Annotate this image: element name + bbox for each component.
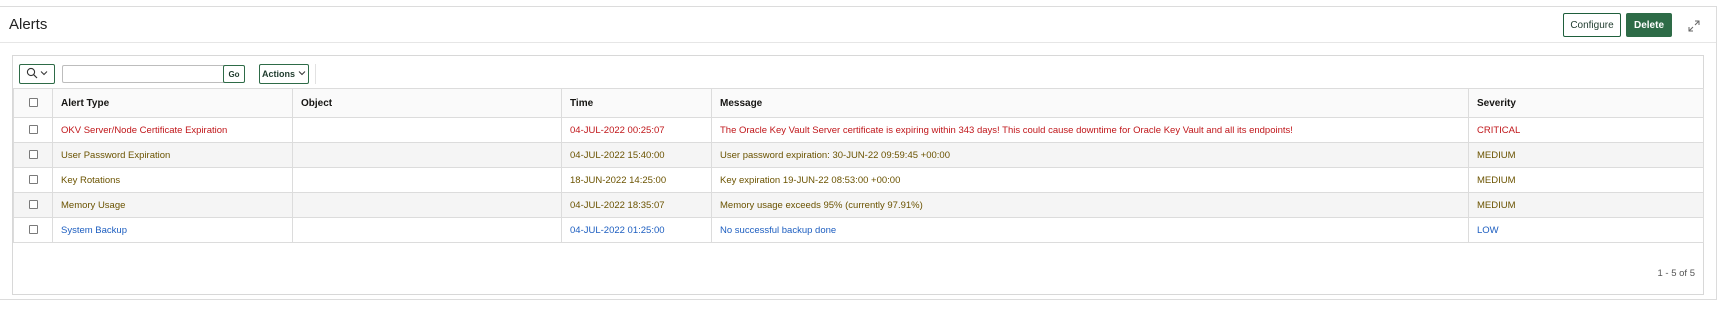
column-header-message[interactable]: Message: [711, 88, 1469, 118]
table-row[interactable]: User Password Expiration 04-JUL-2022 15:…: [13, 142, 1704, 168]
configure-button[interactable]: Configure: [1563, 13, 1621, 37]
message-cell[interactable]: The Oracle Key Vault Server certificate …: [711, 117, 1469, 143]
row-select-cell: [13, 167, 53, 193]
object-cell[interactable]: [292, 142, 562, 168]
time-cell[interactable]: 04-JUL-2022 15:40:00: [561, 142, 712, 168]
delete-button[interactable]: Delete: [1626, 13, 1672, 37]
table-header-row: Alert Type Object Time Message Severity: [13, 88, 1704, 118]
row-select-cell: [13, 217, 53, 243]
column-header-time[interactable]: Time: [561, 88, 712, 118]
time-cell[interactable]: 04-JUL-2022 18:35:07: [561, 192, 712, 218]
actions-menu-button[interactable]: Actions: [259, 64, 309, 84]
severity-cell[interactable]: LOW: [1468, 217, 1704, 243]
alerts-grid: Go Actions Alert Type Object Time Messag…: [12, 55, 1704, 295]
grid-toolbar: Go Actions: [13, 56, 1703, 92]
go-button[interactable]: Go: [223, 65, 245, 83]
column-header-alert-type[interactable]: Alert Type: [52, 88, 293, 118]
object-cell[interactable]: [292, 217, 562, 243]
message-cell[interactable]: User password expiration: 30-JUN-22 09:5…: [711, 142, 1469, 168]
chevron-down-icon: [298, 69, 306, 79]
select-all-checkbox[interactable]: [28, 98, 38, 108]
severity-cell[interactable]: MEDIUM: [1468, 192, 1704, 218]
table-row[interactable]: Memory Usage 04-JUL-2022 18:35:07 Memory…: [13, 192, 1704, 218]
object-cell[interactable]: [292, 192, 562, 218]
toolbar-divider: [315, 64, 316, 84]
pagination-status: 1 - 5 of 5: [1657, 268, 1696, 279]
severity-cell[interactable]: MEDIUM: [1468, 142, 1704, 168]
chevron-down-icon: [40, 68, 48, 80]
row-checkbox[interactable]: [28, 225, 38, 235]
alert-type-cell[interactable]: Key Rotations: [52, 167, 293, 193]
alert-type-cell[interactable]: User Password Expiration: [52, 142, 293, 168]
search-icon: [26, 67, 38, 82]
row-checkbox[interactable]: [28, 175, 38, 185]
actions-label: Actions: [261, 69, 295, 79]
row-checkbox[interactable]: [28, 150, 38, 160]
region-title: Alerts: [9, 16, 48, 33]
alert-type-cell[interactable]: OKV Server/Node Certificate Expiration: [52, 117, 293, 143]
severity-cell[interactable]: CRITICAL: [1468, 117, 1704, 143]
select-all-header: [13, 88, 53, 118]
table-row[interactable]: System Backup 04-JUL-2022 01:25:00 No su…: [13, 217, 1704, 243]
table-row[interactable]: Key Rotations 18-JUN-2022 14:25:00 Key e…: [13, 167, 1704, 193]
object-cell[interactable]: [292, 117, 562, 143]
object-cell[interactable]: [292, 167, 562, 193]
time-cell[interactable]: 04-JUL-2022 00:25:07: [561, 117, 712, 143]
alerts-region: Alerts Configure Delete Go Actions Alert…: [0, 6, 1717, 300]
alert-type-cell[interactable]: System Backup: [52, 217, 293, 243]
message-cell[interactable]: Memory usage exceeds 95% (currently 97.9…: [711, 192, 1469, 218]
time-cell[interactable]: 04-JUL-2022 01:25:00: [561, 217, 712, 243]
row-checkbox[interactable]: [28, 125, 38, 135]
search-column-button[interactable]: [19, 64, 55, 84]
grid-footer: 1 - 5 of 5: [13, 260, 1703, 294]
row-select-cell: [13, 117, 53, 143]
expand-icon[interactable]: [1688, 20, 1700, 32]
region-header: Alerts Configure Delete: [0, 7, 1716, 43]
alert-type-cell[interactable]: Memory Usage: [52, 192, 293, 218]
severity-cell[interactable]: MEDIUM: [1468, 167, 1704, 193]
alerts-table: Alert Type Object Time Message Severity …: [13, 88, 1704, 243]
column-header-severity[interactable]: Severity: [1468, 88, 1704, 118]
column-header-object[interactable]: Object: [292, 88, 562, 118]
message-cell[interactable]: Key expiration 19-JUN-22 08:53:00 +00:00: [711, 167, 1469, 193]
row-select-cell: [13, 142, 53, 168]
time-cell[interactable]: 18-JUN-2022 14:25:00: [561, 167, 712, 193]
search-input[interactable]: [62, 65, 226, 83]
row-checkbox[interactable]: [28, 200, 38, 210]
row-select-cell: [13, 192, 53, 218]
message-cell[interactable]: No successful backup done: [711, 217, 1469, 243]
table-row[interactable]: OKV Server/Node Certificate Expiration 0…: [13, 117, 1704, 143]
